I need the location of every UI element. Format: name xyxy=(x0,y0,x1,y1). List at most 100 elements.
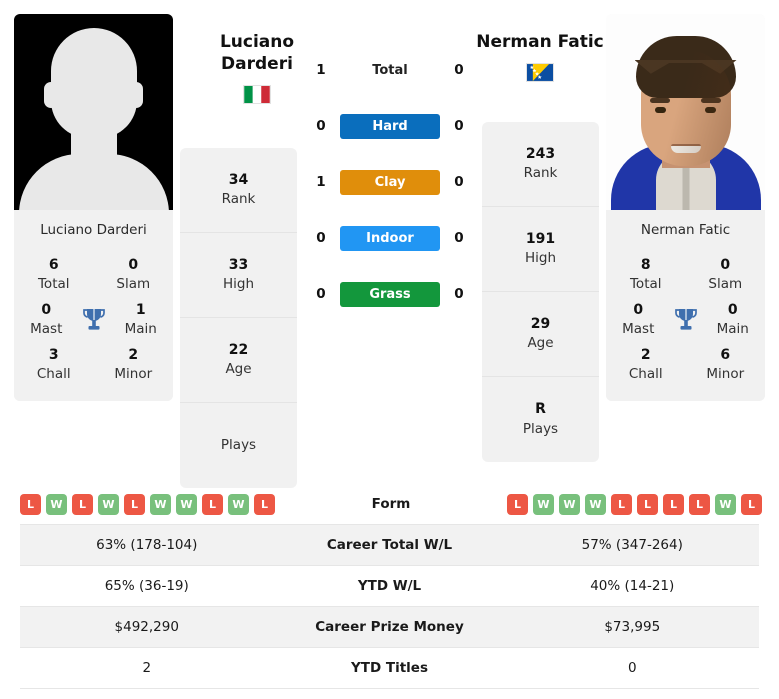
h2h-row-clay: 1 Clay 0 xyxy=(310,168,470,196)
player-full-name: Nerman Fatic xyxy=(476,32,604,52)
stat-label: Slam xyxy=(708,275,743,292)
profile-value: 22 xyxy=(228,341,249,358)
profile-high-left: 33 High xyxy=(180,233,297,318)
form-badge-loss: L xyxy=(611,493,632,515)
h2h-left-score: 1 xyxy=(316,62,326,78)
ba-flag-icon xyxy=(526,62,554,82)
profile-label: Age xyxy=(225,361,252,378)
stat-value: 0 xyxy=(41,302,52,319)
stat-label: Chall xyxy=(36,366,71,383)
stat-label: Minor xyxy=(114,366,153,383)
form-badge-loss: L xyxy=(202,493,223,515)
stat-value: 0 xyxy=(633,302,644,319)
h2h-right-score: 0 xyxy=(454,174,464,190)
titles-row: 6 Total 0 Slam xyxy=(14,252,173,297)
profile-label: Plays xyxy=(220,437,257,454)
stat-value: 1 xyxy=(135,302,146,319)
row-value-right: $73,995 xyxy=(604,619,661,635)
photo-zipper xyxy=(682,168,689,210)
surface-badge-clay[interactable]: Clay xyxy=(340,169,440,195)
head-to-head-column: 1 Total 0 0 Hard 0 1 Clay 0 0 Indoor 0 0 xyxy=(310,56,470,308)
h2h-row-indoor: 0 Indoor 0 xyxy=(310,224,470,252)
form-badge-loss: L xyxy=(663,493,684,515)
form-badge-loss: L xyxy=(124,493,145,515)
player-card-right[interactable]: Nerman Fatic 8 Total 0 Slam 0 Mast 0 Mai… xyxy=(606,14,765,402)
form-badge-win: W xyxy=(46,493,67,515)
row-value-left: 63% (178-104) xyxy=(96,537,198,553)
table-row-ytd-wl: 65% (36-19) YTD W/L 40% (14-21) xyxy=(20,566,759,607)
stat-label: Total xyxy=(629,275,662,292)
profile-age-right: 29 Age xyxy=(482,292,599,377)
stat-label: Main xyxy=(716,321,749,337)
h2h-right-score: 0 xyxy=(454,286,464,302)
silhouette-head-icon xyxy=(50,28,137,138)
comparison-table: LWLWLWWLWL Form LWWWLLLLWL 63% (178-104)… xyxy=(20,484,762,689)
stat-main-right: 0 Main xyxy=(701,301,766,338)
table-row-career-wl: 63% (178-104) Career Total W/L 57% (347-… xyxy=(20,525,759,566)
profile-label: Plays xyxy=(522,420,559,437)
stat-minor-left: 2 Minor xyxy=(94,346,174,383)
row-value-right: 0 xyxy=(627,660,637,676)
form-badge-loss: L xyxy=(254,493,275,515)
profile-label: Rank xyxy=(523,165,558,182)
row-value-left: 2 xyxy=(142,660,152,676)
stat-label: Slam xyxy=(116,275,151,292)
stat-value: 0 xyxy=(720,257,731,273)
titles-row: 3 Chall 2 Minor xyxy=(14,342,173,387)
form-badge-list: LWLWLWWLWL xyxy=(20,493,275,515)
form-badges-left: LWLWLWWLWL xyxy=(20,493,275,515)
surface-badge-grass[interactable]: Grass xyxy=(340,281,440,307)
row-value-left: $492,290 xyxy=(114,619,179,635)
profile-age-left: 22 Age xyxy=(180,318,297,403)
form-badge-loss: L xyxy=(20,493,41,515)
h2h-left-score: 0 xyxy=(316,230,326,246)
player-comparison-page: Luciano Darderi 6 Total 0 Slam 0 Mast 1 … xyxy=(0,0,779,699)
profile-rank-right: 243 Rank xyxy=(482,122,599,207)
stat-value: 2 xyxy=(128,347,139,364)
form-badge-win: W xyxy=(715,493,736,515)
stat-mast-right: 0 Mast xyxy=(606,301,671,338)
form-badge-loss: L xyxy=(637,493,658,515)
stat-label: Minor xyxy=(706,366,745,383)
stat-mast-left: 0 Mast xyxy=(14,301,79,338)
player-photo-right xyxy=(606,14,765,210)
silhouette-ear-left-icon xyxy=(44,82,58,108)
trophy-icon xyxy=(79,308,109,332)
profile-value: R xyxy=(535,401,546,418)
table-row-ytd-titles: 2 YTD Titles 0 xyxy=(20,648,759,689)
profile-plays-right: R Plays xyxy=(482,377,599,462)
form-badge-win: W xyxy=(176,493,197,515)
titles-row: 0 Mast 0 Main xyxy=(606,297,765,342)
h2h-left-score: 1 xyxy=(316,174,326,190)
form-badge-win: W xyxy=(533,493,554,515)
surface-badge-hard[interactable]: Hard xyxy=(340,113,440,139)
h2h-row-hard: 0 Hard 0 xyxy=(310,112,470,140)
stat-value: 3 xyxy=(48,347,59,364)
profile-column-left: 34 Rank 33 High 22 Age Plays xyxy=(180,148,297,488)
profile-value: 243 xyxy=(525,145,556,162)
silhouette-body-icon xyxy=(18,154,169,210)
row-label-form: Form xyxy=(371,496,411,512)
row-label-prize-money: Career Prize Money xyxy=(315,619,464,635)
profile-value: 34 xyxy=(228,171,249,188)
photo-shading xyxy=(640,50,731,166)
profile-column-right: 243 Rank 191 High 29 Age R Plays xyxy=(482,122,599,462)
surface-badge-indoor[interactable]: Indoor xyxy=(340,225,440,251)
comparison-header: Luciano Darderi 6 Total 0 Slam 0 Mast 1 … xyxy=(0,0,779,488)
form-badge-list: LWWWLLLLWL xyxy=(507,493,762,515)
titles-row: 8 Total 0 Slam xyxy=(606,252,765,297)
player-photo-left xyxy=(14,14,173,210)
profile-rank-left: 34 Rank xyxy=(180,148,297,233)
player-first-name: Luciano xyxy=(219,32,295,52)
row-label-career-wl: Career Total W/L xyxy=(326,537,453,553)
titles-row: 0 Mast 1 Main xyxy=(14,297,173,342)
h2h-left-score: 0 xyxy=(316,118,326,134)
row-value-right: 40% (14-21) xyxy=(590,578,675,594)
form-badge-win: W xyxy=(228,493,249,515)
stat-label: Mast xyxy=(30,321,63,337)
stat-label: Total xyxy=(37,275,70,292)
player-card-left[interactable]: Luciano Darderi 6 Total 0 Slam 0 Mast 1 … xyxy=(14,14,173,402)
h2h-row-grass: 0 Grass 0 xyxy=(310,280,470,308)
row-value-right: 57% (347-264) xyxy=(581,537,683,553)
h2h-right-score: 0 xyxy=(454,118,464,134)
